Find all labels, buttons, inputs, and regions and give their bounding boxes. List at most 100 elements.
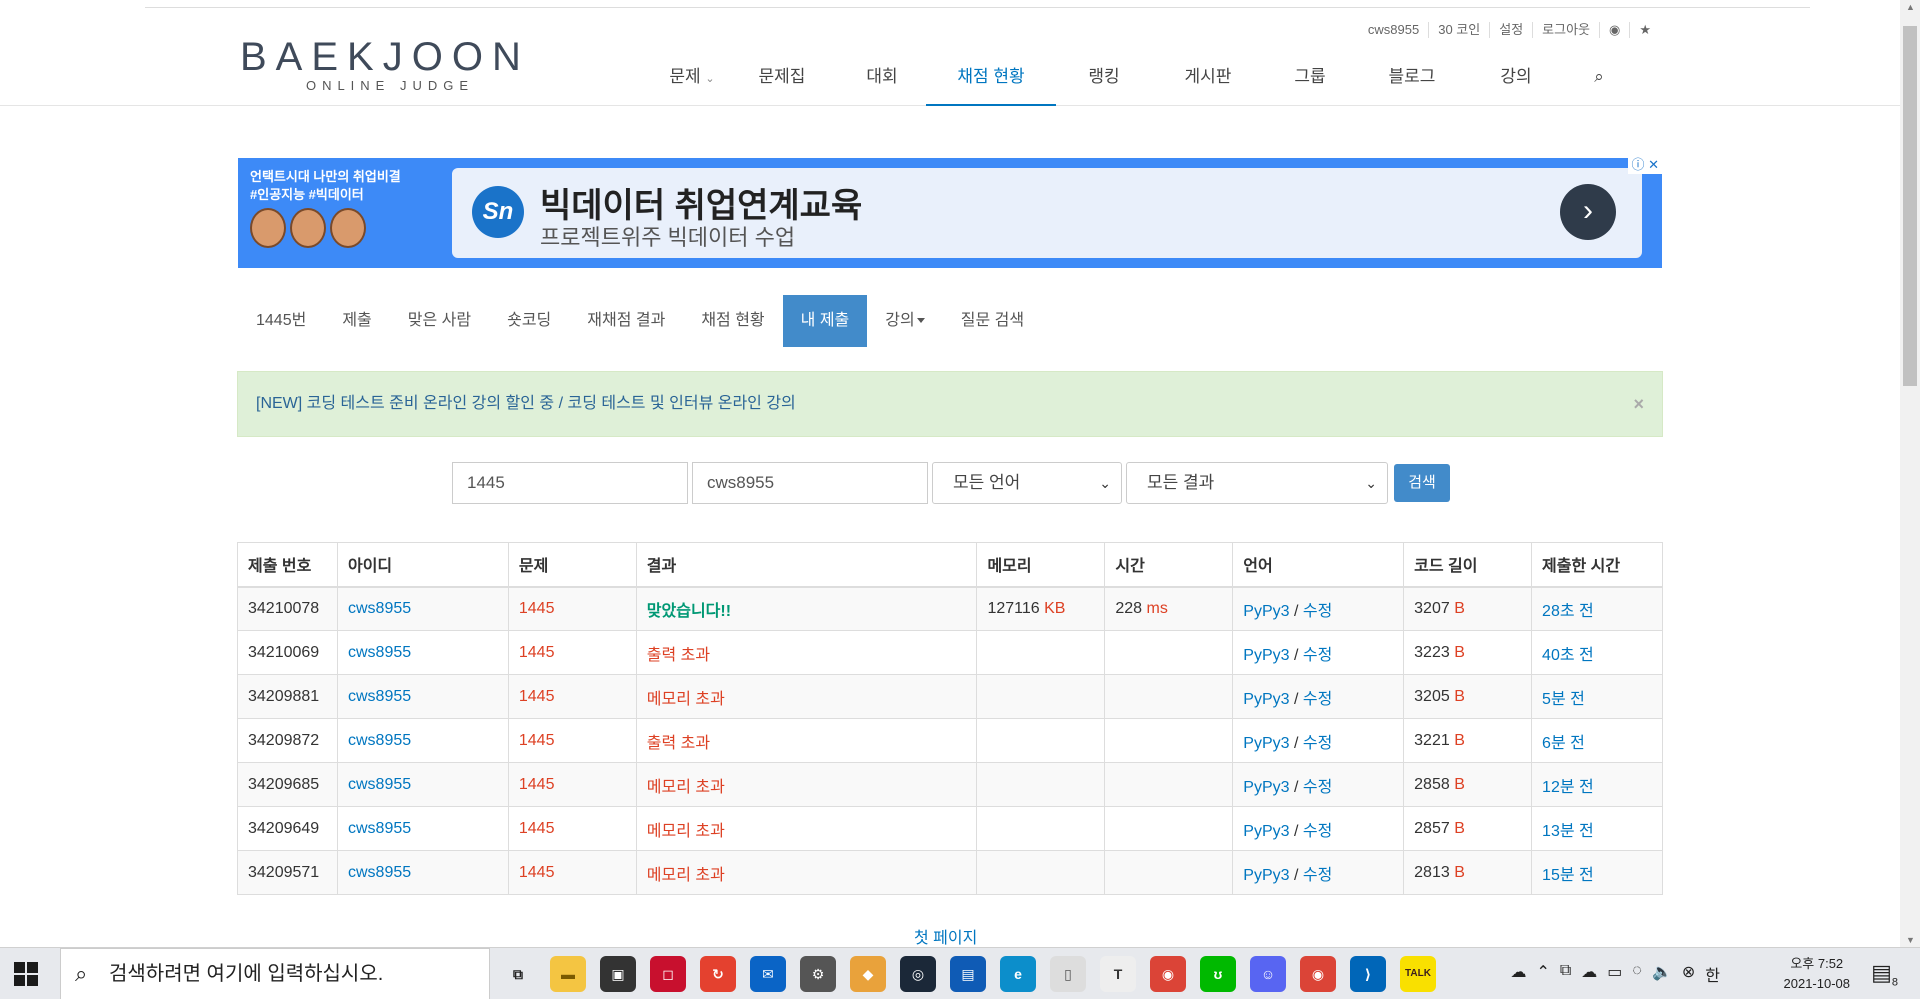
tab-lecture[interactable]: 강의 [867, 295, 942, 347]
chrome-2-icon[interactable]: ◉ [1300, 956, 1336, 992]
submitted-time-link[interactable]: 12분 전 [1531, 762, 1663, 807]
discord-icon[interactable]: ☺ [1250, 956, 1286, 992]
edit-link[interactable]: 수정 [1303, 603, 1332, 620]
settings-link[interactable]: 설정 [1490, 22, 1534, 38]
sync-icon[interactable]: ↻ [700, 956, 736, 992]
tray-icon[interactable]: ◌ [1632, 962, 1642, 986]
nav-board[interactable]: 게시판 [1152, 64, 1264, 106]
submitted-time-link[interactable]: 5분 전 [1531, 674, 1663, 719]
typora-icon[interactable]: T [1100, 956, 1136, 992]
taskbar-clock[interactable]: 오후 7:52 2021-10-08 [1784, 954, 1851, 994]
ad-card[interactable]: Sn 빅데이터 취업연계교육 프로젝트위주 빅데이터 수업 › [452, 168, 1642, 258]
tray-icon[interactable]: ⊗ [1682, 962, 1695, 986]
problem-link[interactable]: 1445 [507, 718, 637, 763]
nav-group[interactable]: 그룹 [1264, 64, 1356, 106]
reader-icon[interactable]: ▤ [950, 956, 986, 992]
sketch-icon[interactable]: ◆ [850, 956, 886, 992]
nav-status[interactable]: 채점 현황 [926, 64, 1056, 106]
ad-banner[interactable]: 언택트시대 나만의 취업비결 #인공지능 #빅데이터 Sn 빅데이터 취업연계교… [238, 156, 1662, 268]
kakaotalk-icon[interactable]: TALK [1400, 956, 1436, 992]
problem-link[interactable]: 1445 [507, 850, 637, 895]
tab-rejudge[interactable]: 재채점 결과 [569, 295, 683, 347]
scroll-down-icon[interactable]: ▼ [1906, 935, 1915, 945]
language-link[interactable]: PyPy3 [1243, 603, 1289, 620]
language-link[interactable]: PyPy3 [1243, 779, 1289, 796]
problem-link[interactable]: 1445 [507, 630, 637, 675]
windows-start-icon[interactable] [14, 962, 38, 986]
edit-link[interactable]: 수정 [1303, 691, 1332, 708]
tray-icon[interactable]: 한 [1705, 962, 1720, 986]
tray-icon[interactable]: 🔈 [1652, 962, 1672, 986]
user-id-link[interactable]: cws8955 [1359, 22, 1430, 38]
tab-problem[interactable]: 1445번 [238, 295, 324, 347]
tab-submit[interactable]: 제출 [324, 295, 389, 347]
nav-blog[interactable]: 블로그 [1356, 64, 1468, 106]
user-id-input[interactable]: cws8955 [692, 462, 928, 504]
store-icon[interactable]: ▣ [600, 956, 636, 992]
tab-shortcoding[interactable]: 숏코딩 [489, 295, 569, 347]
steam-icon[interactable]: ◎ [900, 956, 936, 992]
ad-arrow-button[interactable]: › [1560, 184, 1616, 240]
scrollbar[interactable]: ▲ ▼ [1900, 0, 1920, 947]
close-icon[interactable]: × [1633, 372, 1644, 436]
edge-icon[interactable]: e [1000, 956, 1036, 992]
language-link[interactable]: PyPy3 [1243, 867, 1289, 884]
problem-link[interactable]: 1445 [507, 762, 637, 807]
user-link[interactable]: cws8955 [336, 674, 509, 719]
language-select[interactable]: 모든 언어 ⌄ [932, 462, 1122, 504]
tab-my-submissions[interactable]: 내 제출 [782, 295, 868, 347]
user-link[interactable]: cws8955 [336, 630, 509, 675]
nav-ranking[interactable]: 랭킹 [1056, 64, 1152, 106]
problem-link[interactable]: 1445 [507, 806, 637, 851]
edit-link[interactable]: 수정 [1303, 735, 1332, 752]
problem-id-input[interactable]: 1445 [452, 462, 688, 504]
search-button[interactable]: 검색 [1394, 464, 1450, 502]
tray-icon[interactable]: ☁ [1510, 962, 1526, 986]
edit-link[interactable]: 수정 [1303, 867, 1332, 884]
scroll-thumb[interactable] [1903, 26, 1917, 386]
problem-link[interactable]: 1445 [507, 674, 637, 719]
tab-accepted-users[interactable]: 맞은 사람 [390, 295, 489, 347]
user-link[interactable]: cws8955 [336, 850, 509, 895]
submitted-time-link[interactable]: 6분 전 [1531, 718, 1663, 763]
language-link[interactable]: PyPy3 [1243, 735, 1289, 752]
language-link[interactable]: PyPy3 [1243, 691, 1289, 708]
mail-icon[interactable]: ✉ [750, 956, 786, 992]
edit-link[interactable]: 수정 [1303, 823, 1332, 840]
submitted-time-link[interactable]: 40초 전 [1531, 630, 1663, 675]
language-link[interactable]: PyPy3 [1243, 823, 1289, 840]
nav-problems[interactable]: 문제 ⌄ [658, 64, 726, 106]
logout-link[interactable]: 로그아웃 [1533, 22, 1600, 38]
vscode-icon[interactable]: ⟩ [1350, 956, 1386, 992]
edit-link[interactable]: 수정 [1303, 779, 1332, 796]
user-link[interactable]: cws8955 [336, 762, 509, 807]
problem-link[interactable]: 1445 [507, 586, 637, 631]
notification-icon[interactable]: ▤8 [1871, 960, 1898, 988]
language-link[interactable]: PyPy3 [1243, 647, 1289, 664]
globe-icon[interactable]: ◉ [1600, 22, 1631, 38]
first-page-link[interactable]: 첫 페이지 [914, 924, 977, 948]
baekjoon-logo[interactable]: BAEKJOON ONLINE JUDGE [240, 34, 560, 104]
tab-status[interactable]: 채점 현황 [683, 295, 782, 347]
taskbar-search-box[interactable]: ⌕ 검색하려면 여기에 입력하십시오. [60, 948, 490, 999]
coin-link[interactable]: 30 코인 [1429, 22, 1491, 38]
user-link[interactable]: cws8955 [336, 718, 509, 763]
tab-question-search[interactable]: 질문 검색 [943, 295, 1042, 347]
line-icon[interactable]: ʊ [1200, 956, 1236, 992]
file-explorer-icon[interactable]: ▬ [550, 956, 586, 992]
search-icon[interactable]: ⌕ [1564, 64, 1634, 106]
submitted-time-link[interactable]: 15분 전 [1531, 850, 1663, 895]
nav-contest[interactable]: 대회 [838, 64, 926, 106]
notepad-icon[interactable]: ▯ [1050, 956, 1086, 992]
tray-icon[interactable]: ⌃ [1536, 962, 1549, 986]
task-view-icon[interactable]: ⧉ [500, 956, 536, 992]
edit-link[interactable]: 수정 [1303, 647, 1332, 664]
tray-icon[interactable]: ⧉ [1560, 962, 1571, 986]
scroll-up-icon[interactable]: ▲ [1906, 2, 1915, 12]
submitted-time-link[interactable]: 28초 전 [1531, 586, 1663, 631]
ad-info-close-icon[interactable]: ⓘ ✕ [1628, 156, 1662, 174]
user-link[interactable]: cws8955 [336, 806, 509, 851]
settings-app-icon[interactable]: ⚙ [800, 956, 836, 992]
star-icon[interactable]: ★ [1630, 22, 1660, 38]
tray-icon[interactable]: ▭ [1607, 962, 1622, 986]
